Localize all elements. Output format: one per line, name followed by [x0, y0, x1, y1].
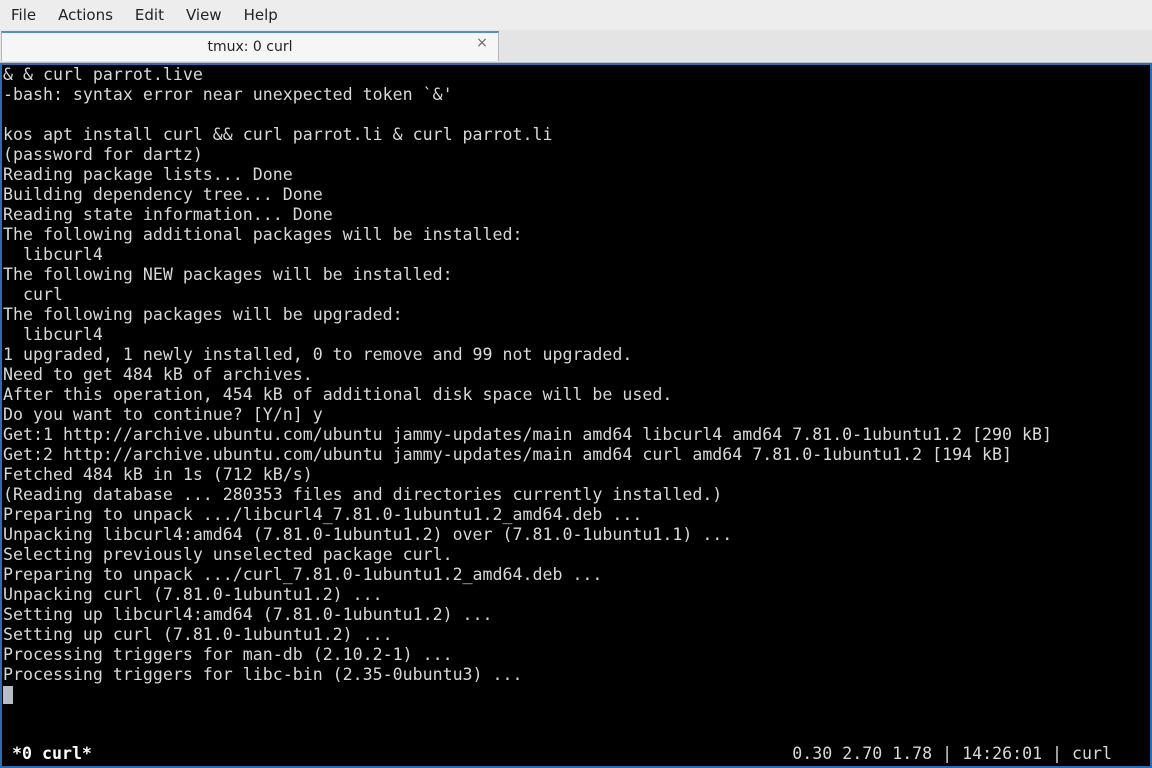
menu-file[interactable]: File	[0, 0, 47, 30]
terminal-line: Processing triggers for libc-bin (2.35-0…	[3, 665, 523, 684]
terminal-line: & & curl parrot.live	[3, 65, 203, 84]
terminal-output: & & curl parrot.live -bash: syntax error …	[3, 65, 1052, 705]
terminal-line: libcurl4	[3, 245, 103, 264]
menu-view[interactable]: View	[175, 0, 233, 30]
menubar: File Actions Edit View Help	[0, 0, 1152, 30]
tmux-status-bar: *0 curl* 0.30 2.70 1.78 | 14:26:01 | cur…	[2, 742, 1150, 766]
terminal-line: Need to get 484 kB of archives.	[3, 365, 313, 384]
terminal-line: Preparing to unpack .../curl_7.81.0-1ubu…	[3, 565, 603, 584]
terminal-line: kos apt install curl && curl parrot.li &…	[3, 125, 553, 144]
terminal-line: Setting up libcurl4:amd64 (7.81.0-1ubunt…	[3, 605, 493, 624]
tab-tmux[interactable]: tmux: 0 curl ×	[1, 31, 499, 61]
menu-edit[interactable]: Edit	[124, 0, 175, 30]
terminal-line: Do you want to continue? [Y/n] y	[3, 405, 323, 424]
terminal-line: Preparing to unpack .../libcurl4_7.81.0-…	[3, 505, 643, 524]
tmux-status-right: 0.30 2.70 1.78 | 14:26:01 | curl	[792, 744, 1112, 763]
terminal-line: Setting up curl (7.81.0-1ubuntu1.2) ...	[3, 625, 393, 644]
terminal-view[interactable]: & & curl parrot.live -bash: syntax error …	[0, 63, 1152, 768]
terminal-line: Processing triggers for man-db (2.10.2-1…	[3, 645, 453, 664]
menu-help[interactable]: Help	[233, 0, 289, 30]
tab-title: tmux: 0 curl	[207, 39, 293, 55]
terminal-line: Reading package lists... Done	[3, 165, 293, 184]
text-cursor-icon	[3, 686, 13, 704]
terminal-line: Unpacking curl (7.81.0-1ubuntu1.2) ...	[3, 585, 383, 604]
terminal-line: The following additional packages will b…	[3, 225, 523, 244]
terminal-line: (password for dartz)	[3, 145, 203, 164]
terminal-line: -bash: syntax error near unexpected toke…	[3, 85, 453, 104]
terminal-line: Unpacking libcurl4:amd64 (7.81.0-1ubuntu…	[3, 525, 733, 544]
terminal-line: curl	[3, 285, 63, 304]
tmux-window-indicator: *0 curl*	[12, 744, 92, 763]
terminal-line: Get:2 http://archive.ubuntu.com/ubuntu j…	[3, 445, 1013, 464]
terminal-prompt-line	[3, 685, 1052, 705]
terminal-line: Selecting previously unselected package …	[3, 545, 453, 564]
terminal-line: The following NEW packages will be insta…	[3, 265, 453, 284]
terminal-line: libcurl4	[3, 325, 103, 344]
terminal-line: 1 upgraded, 1 newly installed, 0 to remo…	[3, 345, 633, 364]
terminal-line: Get:1 http://archive.ubuntu.com/ubuntu j…	[3, 425, 1052, 444]
tab-bar: tmux: 0 curl ×	[0, 30, 1152, 63]
terminal-line: The following packages will be upgraded:	[3, 305, 403, 324]
terminal-line: After this operation, 454 kB of addition…	[3, 385, 673, 404]
terminal-line: (Reading database ... 280353 files and d…	[3, 485, 723, 504]
terminal-line: Building dependency tree... Done	[3, 185, 323, 204]
terminal-line: Fetched 484 kB in 1s (712 kB/s)	[3, 465, 313, 484]
menu-actions[interactable]: Actions	[47, 0, 124, 30]
terminal-line: Reading state information... Done	[3, 205, 333, 224]
close-icon[interactable]: ×	[475, 36, 489, 50]
